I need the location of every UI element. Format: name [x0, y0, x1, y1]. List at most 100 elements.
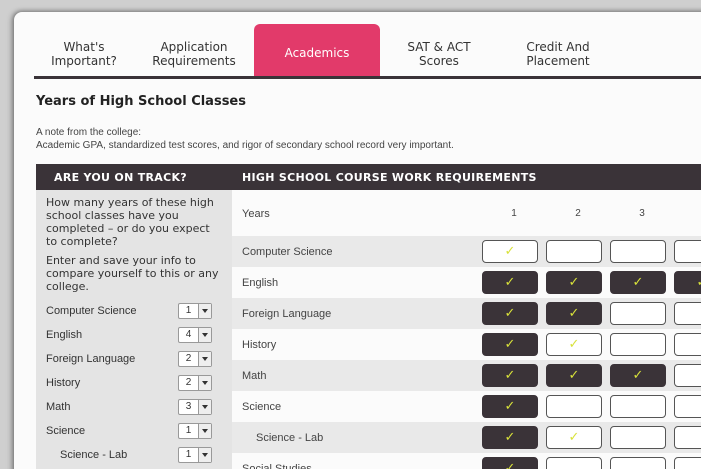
- year-box[interactable]: [610, 240, 666, 263]
- years-select-value: 3: [185, 401, 192, 412]
- years-question: How many years of these high school clas…: [46, 196, 214, 248]
- year-number: 2: [575, 208, 581, 219]
- year-boxes: ✓ ✓ ✓: [482, 364, 701, 387]
- required-year-box[interactable]: ✓: [482, 302, 538, 325]
- dropdown-arrow-icon: [198, 352, 211, 366]
- check-icon: ✓: [504, 430, 516, 445]
- year-box[interactable]: [610, 457, 666, 469]
- required-year-box[interactable]: ✓: [482, 457, 538, 469]
- tab-academics[interactable]: Academics: [254, 24, 380, 76]
- requirement-row: English ✓ ✓ ✓ ✓: [232, 267, 701, 298]
- year-boxes: ✓ ✓: [482, 302, 701, 325]
- requirement-row: Science ✓: [232, 391, 701, 422]
- check-icon: ✓: [504, 368, 516, 383]
- check-icon: ✓: [568, 368, 580, 383]
- check-icon: ✓: [632, 275, 644, 290]
- requirement-row: Math ✓ ✓ ✓: [232, 360, 701, 391]
- tab-sat-act-scores[interactable]: SAT & ACT Scores: [380, 32, 498, 76]
- year-box[interactable]: [610, 302, 666, 325]
- years-select[interactable]: 2: [178, 375, 212, 391]
- required-year-box[interactable]: ✓: [546, 271, 602, 294]
- subject-label: Computer Science: [46, 305, 137, 317]
- grid-header: ARE YOU ON TRACK? HIGH SCHOOL COURSE WOR…: [36, 164, 701, 190]
- requirement-row: Social Studies ✓: [232, 453, 701, 469]
- year-box[interactable]: ✓: [546, 426, 602, 449]
- year-box[interactable]: [610, 426, 666, 449]
- year-box[interactable]: [610, 395, 666, 418]
- requirement-label: Science - Lab: [256, 431, 324, 444]
- dropdown-arrow-icon: [198, 376, 211, 390]
- years-label: Years: [242, 207, 270, 220]
- year-boxes: ✓: [482, 457, 701, 469]
- year-box[interactable]: [674, 240, 701, 263]
- check-icon: ✓: [504, 244, 516, 259]
- college-note: A note from the college: Academic GPA, s…: [36, 126, 454, 152]
- year-boxes: ✓ ✓: [482, 426, 701, 449]
- tab-label: What's Important?: [51, 40, 117, 68]
- year-box[interactable]: [674, 457, 701, 469]
- year-box[interactable]: [674, 333, 701, 356]
- on-track-panel: How many years of these high school clas…: [36, 190, 232, 469]
- year-box[interactable]: [674, 395, 701, 418]
- years-select[interactable]: 1: [178, 303, 212, 319]
- note-heading: A note from the college:: [36, 127, 142, 138]
- section-title: Years of High School Classes: [36, 94, 246, 109]
- check-icon: ✓: [697, 275, 701, 290]
- year-box[interactable]: [546, 240, 602, 263]
- required-year-box[interactable]: ✓: [610, 364, 666, 387]
- tab-what-s-important[interactable]: What's Important?: [34, 32, 134, 76]
- subject-label: English: [46, 329, 83, 341]
- years-select-value: 2: [185, 353, 192, 364]
- check-icon: ✓: [568, 337, 580, 352]
- year-box[interactable]: [674, 302, 701, 325]
- years-select[interactable]: 3: [178, 399, 212, 415]
- subject-label: History: [46, 377, 81, 389]
- tab-bar: What's Important? Application Requirement…: [34, 24, 701, 76]
- subject-label: Science: [46, 425, 86, 437]
- requirements-heading: HIGH SCHOOL COURSE WORK REQUIREMENTS: [242, 170, 537, 184]
- required-year-box[interactable]: ✓: [610, 271, 666, 294]
- required-year-box[interactable]: ✓: [482, 364, 538, 387]
- year-box[interactable]: [610, 333, 666, 356]
- check-icon: ✓: [632, 368, 644, 383]
- year-box[interactable]: [546, 395, 602, 418]
- year-boxes: ✓ ✓ ✓ ✓: [482, 271, 701, 294]
- years-select[interactable]: 2: [178, 351, 212, 367]
- required-year-box[interactable]: ✓: [674, 271, 701, 294]
- subject-row: Science - Lab 1: [46, 443, 224, 467]
- years-select[interactable]: 1: [178, 423, 212, 439]
- required-year-box[interactable]: ✓: [546, 302, 602, 325]
- year-box[interactable]: [674, 426, 701, 449]
- years-select[interactable]: 4: [178, 327, 212, 343]
- years-select-value: 1: [185, 425, 192, 436]
- required-year-box[interactable]: ✓: [482, 271, 538, 294]
- year-number: 1: [511, 208, 517, 219]
- subject-row: Math 3: [46, 395, 224, 419]
- tab-label: SAT & ACT Scores: [407, 40, 471, 68]
- year-box[interactable]: [674, 364, 701, 387]
- required-year-box[interactable]: ✓: [482, 395, 538, 418]
- year-box[interactable]: ✓: [482, 240, 538, 263]
- required-year-box[interactable]: ✓: [546, 364, 602, 387]
- check-icon: ✓: [504, 399, 516, 414]
- dropdown-arrow-icon: [198, 304, 211, 318]
- requirement-row: Foreign Language ✓ ✓: [232, 298, 701, 329]
- dropdown-arrow-icon: [198, 328, 211, 342]
- check-icon: ✓: [504, 306, 516, 321]
- tab-credit-and-placement[interactable]: Credit And Placement: [498, 32, 618, 76]
- tab-application-requirements[interactable]: Application Requirements: [134, 32, 254, 76]
- requirement-label: Foreign Language: [242, 307, 332, 320]
- years-header-row: Years 1 2 3: [232, 198, 701, 229]
- requirement-label: Computer Science: [242, 245, 333, 258]
- subject-label: Science - Lab: [60, 449, 128, 461]
- dropdown-arrow-icon: [198, 400, 211, 414]
- requirement-row: Computer Science ✓: [232, 236, 701, 267]
- subject-row: Foreign Language 2: [46, 347, 224, 371]
- year-box[interactable]: [546, 457, 602, 469]
- year-box[interactable]: ✓: [546, 333, 602, 356]
- years-select-value: 4: [185, 329, 192, 340]
- years-select[interactable]: 1: [178, 447, 212, 463]
- required-year-box[interactable]: ✓: [482, 333, 538, 356]
- year-boxes: ✓: [482, 395, 701, 418]
- required-year-box[interactable]: ✓: [482, 426, 538, 449]
